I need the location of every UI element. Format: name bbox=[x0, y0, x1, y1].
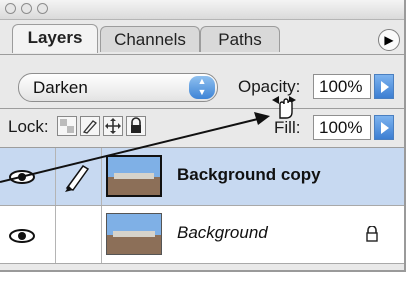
hand-scrub-cursor-icon bbox=[272, 96, 296, 119]
tab-layers[interactable]: Layers bbox=[12, 24, 98, 53]
